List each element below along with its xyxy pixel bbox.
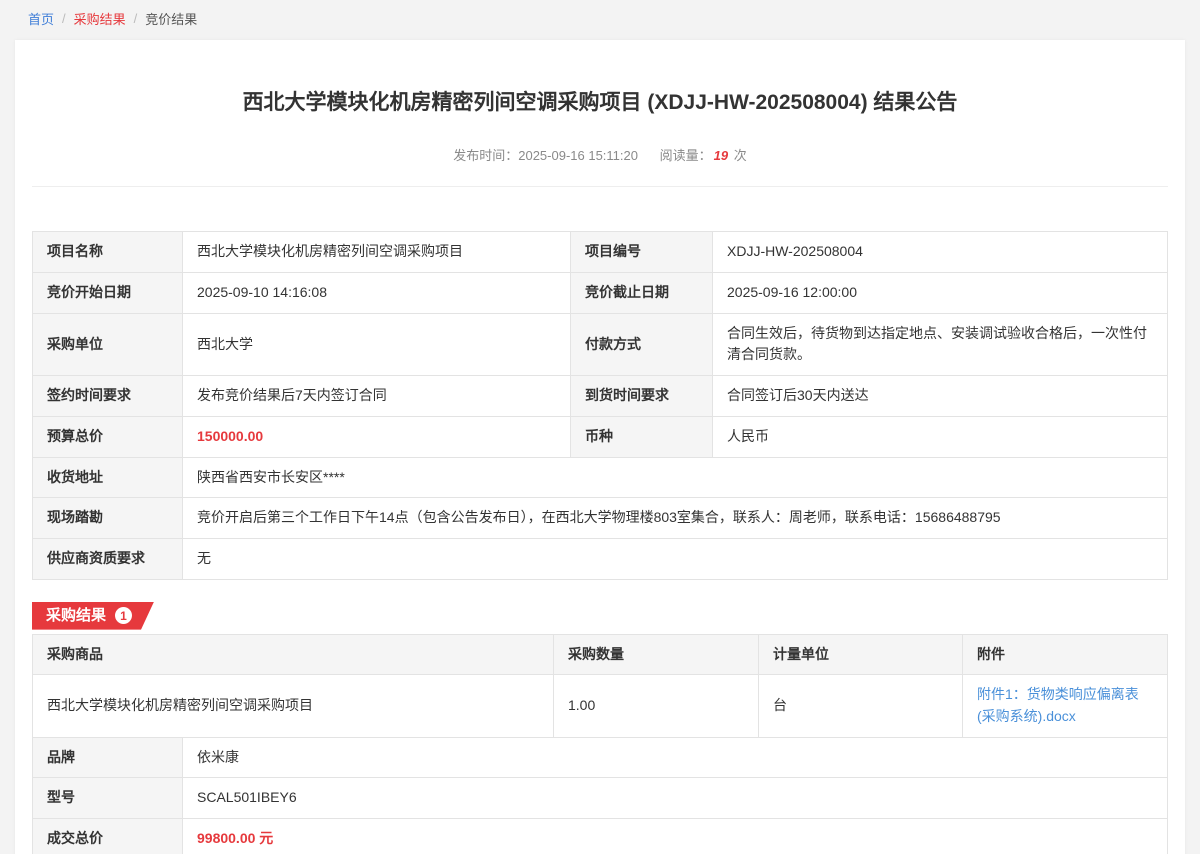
publish-time-label: 发布时间： bbox=[453, 148, 518, 163]
info-label: 签约时间要求 bbox=[33, 376, 183, 417]
breadcrumb: 首页 / 采购结果 / 竞价结果 bbox=[0, 0, 1200, 36]
column-header-attachment: 附件 bbox=[963, 634, 1168, 675]
final-price-value: 99800.00 元 bbox=[183, 819, 1168, 854]
views-unit: 次 bbox=[734, 148, 747, 163]
result-unit: 台 bbox=[759, 675, 963, 737]
breadcrumb-current: 竞价结果 bbox=[145, 9, 197, 28]
table-row: 现场踏勘 竞价开启后第三个工作日下午14点（包含公告发布日），在西北大学物理楼8… bbox=[33, 498, 1168, 539]
info-label: 竞价截止日期 bbox=[571, 273, 713, 314]
info-label: 供应商资质要求 bbox=[33, 538, 183, 579]
info-value: 合同签订后30天内送达 bbox=[713, 376, 1168, 417]
info-value: 无 bbox=[183, 538, 1168, 579]
publish-time-value: 2025-09-16 15:11:20 bbox=[518, 148, 638, 163]
info-value: 人民币 bbox=[713, 416, 1168, 457]
detail-value: SCAL501IBEY6 bbox=[183, 778, 1168, 819]
detail-value: 依米康 bbox=[183, 737, 1168, 778]
column-header-product: 采购商品 bbox=[33, 634, 554, 675]
views-count: 19 bbox=[714, 148, 728, 163]
breadcrumb-separator: / bbox=[62, 11, 66, 26]
detail-label: 成交总价 bbox=[33, 819, 183, 854]
breadcrumb-section-link[interactable]: 采购结果 bbox=[74, 9, 126, 28]
result-section-header: 采购结果 1 bbox=[32, 602, 1168, 632]
result-ribbon: 采购结果 1 bbox=[32, 602, 154, 630]
table-row: 签约时间要求 发布竞价结果后7天内签订合同 到货时间要求 合同签订后30天内送达 bbox=[33, 376, 1168, 417]
announcement-card: 西北大学模块化机房精密列间空调采购项目 (XDJJ-HW-202508004) … bbox=[15, 40, 1185, 854]
column-header-unit: 计量单位 bbox=[759, 634, 963, 675]
divider bbox=[32, 186, 1168, 187]
page-title: 西北大学模块化机房精密列间空调采购项目 (XDJJ-HW-202508004) … bbox=[32, 40, 1168, 117]
table-row: 供应商资质要求 无 bbox=[33, 538, 1168, 579]
table-row: 收货地址 陕西省西安市长安区**** bbox=[33, 457, 1168, 498]
publish-meta: 发布时间：2025-09-16 15:11:20 阅读量：19 次 bbox=[32, 145, 1168, 164]
column-header-quantity: 采购数量 bbox=[554, 634, 759, 675]
info-value: 西北大学 bbox=[183, 313, 571, 375]
info-value: 2025-09-16 12:00:00 bbox=[713, 273, 1168, 314]
info-label: 预算总价 bbox=[33, 416, 183, 457]
result-quantity: 1.00 bbox=[554, 675, 759, 737]
table-header-row: 采购商品 采购数量 计量单位 附件 bbox=[33, 634, 1168, 675]
table-row: 项目名称 西北大学模块化机房精密列间空调采购项目 项目编号 XDJJ-HW-20… bbox=[33, 232, 1168, 273]
info-value: 2025-09-10 14:16:08 bbox=[183, 273, 571, 314]
info-label: 竞价开始日期 bbox=[33, 273, 183, 314]
info-label: 付款方式 bbox=[571, 313, 713, 375]
info-label: 币种 bbox=[571, 416, 713, 457]
project-info-table: 项目名称 西北大学模块化机房精密列间空调采购项目 项目编号 XDJJ-HW-20… bbox=[32, 231, 1168, 579]
info-label: 现场踏勘 bbox=[33, 498, 183, 539]
info-label: 收货地址 bbox=[33, 457, 183, 498]
info-label: 采购单位 bbox=[33, 313, 183, 375]
info-value: 西北大学模块化机房精密列间空调采购项目 bbox=[183, 232, 571, 273]
info-label: 项目编号 bbox=[571, 232, 713, 273]
result-product: 西北大学模块化机房精密列间空调采购项目 bbox=[33, 675, 554, 737]
detail-label: 品牌 bbox=[33, 737, 183, 778]
table-row: 型号 SCAL501IBEY6 bbox=[33, 778, 1168, 819]
breadcrumb-separator: / bbox=[134, 11, 138, 26]
budget-total-value: 150000.00 bbox=[183, 416, 571, 457]
attachment-link[interactable]: 附件1：货物类响应偏离表(采购系统).docx bbox=[977, 686, 1139, 724]
views-label: 阅读量： bbox=[660, 148, 712, 163]
info-value: 陕西省西安市长安区**** bbox=[183, 457, 1168, 498]
table-row: 成交总价 99800.00 元 bbox=[33, 819, 1168, 854]
award-detail-table: 品牌 依米康 型号 SCAL501IBEY6 成交总价 99800.00 元 成… bbox=[32, 737, 1168, 854]
info-value: XDJJ-HW-202508004 bbox=[713, 232, 1168, 273]
table-row: 预算总价 150000.00 币种 人民币 bbox=[33, 416, 1168, 457]
result-ribbon-label: 采购结果 bbox=[46, 602, 106, 630]
table-row: 竞价开始日期 2025-09-10 14:16:08 竞价截止日期 2025-0… bbox=[33, 273, 1168, 314]
info-label: 到货时间要求 bbox=[571, 376, 713, 417]
result-table: 采购商品 采购数量 计量单位 附件 西北大学模块化机房精密列间空调采购项目 1.… bbox=[32, 634, 1168, 738]
info-label: 项目名称 bbox=[33, 232, 183, 273]
info-value: 竞价开启后第三个工作日下午14点（包含公告发布日），在西北大学物理楼803室集合… bbox=[183, 498, 1168, 539]
info-value: 发布竞价结果后7天内签订合同 bbox=[183, 376, 571, 417]
table-row: 采购单位 西北大学 付款方式 合同生效后，待货物到达指定地点、安装调试验收合格后… bbox=[33, 313, 1168, 375]
result-count-badge: 1 bbox=[115, 607, 132, 624]
info-value: 合同生效后，待货物到达指定地点、安装调试验收合格后，一次性付清合同货款。 bbox=[713, 313, 1168, 375]
breadcrumb-home-link[interactable]: 首页 bbox=[28, 9, 54, 28]
table-row: 品牌 依米康 bbox=[33, 737, 1168, 778]
table-row: 西北大学模块化机房精密列间空调采购项目 1.00 台 附件1：货物类响应偏离表(… bbox=[33, 675, 1168, 737]
detail-label: 型号 bbox=[33, 778, 183, 819]
